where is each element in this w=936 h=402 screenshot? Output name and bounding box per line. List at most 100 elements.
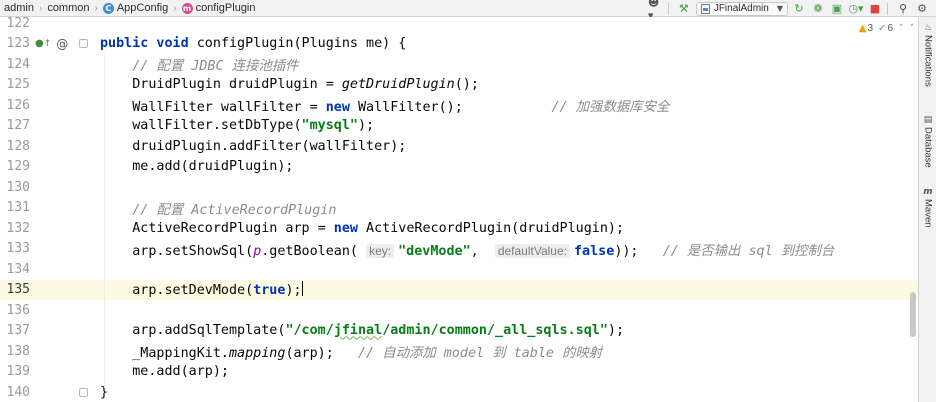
line-number[interactable]: 131 — [0, 200, 30, 215]
indent-guide — [104, 53, 105, 388]
line-number[interactable]: 123 — [0, 36, 30, 51]
profiler-icon[interactable]: ◷▾ — [848, 1, 864, 17]
code-line[interactable]: 128 druidPlugin.addFilter(wallFilter); — [0, 136, 918, 157]
fold-toggle-icon[interactable] — [79, 387, 88, 397]
code-line[interactable]: 127 wallFilter.setDbType("mysql"); — [0, 116, 918, 137]
line-number[interactable]: 132 — [0, 221, 30, 236]
code-line[interactable]: 134 — [0, 259, 918, 280]
breadcrumb-item-package[interactable]: common — [47, 2, 89, 14]
code-text[interactable]: _MappingKit.mapping(arp); // 自动添加 model … — [100, 341, 602, 361]
code-token: /admin/common/_all_sqls.sql" — [382, 323, 608, 339]
code-token: // 自动添加 model 到 table 的映射 — [358, 346, 603, 362]
code-text[interactable]: me.add(arp); — [100, 364, 229, 379]
fold-toggle-icon[interactable] — [79, 39, 88, 49]
parameter-hint: key: — [366, 243, 395, 258]
code-line[interactable]: 125 DruidPlugin druidPlugin = getDruidPl… — [0, 75, 918, 96]
line-number[interactable]: 130 — [0, 180, 30, 195]
inspection-widget[interactable]: ▲ 3 ✓ 6 ˄ ˅ — [859, 23, 914, 34]
line-number[interactable]: 136 — [0, 303, 30, 318]
code-line[interactable]: 131 // 配置 ActiveRecordPlugin — [0, 198, 918, 219]
line-number[interactable]: 125 — [0, 77, 30, 92]
line-number[interactable]: 124 — [0, 57, 30, 72]
code-token: (arp); — [285, 346, 358, 362]
line-number[interactable]: 140 — [0, 385, 30, 400]
chevron-up-icon[interactable]: ˄ — [899, 24, 904, 34]
main-toolbar: ☻▾ ⚒ JFinalAdmin ▼ ↻ ❁ ▣ ◷▾ ■ ⚲ ⚙ — [645, 0, 930, 22]
code-text[interactable]: public void configPlugin(Plugins me) { — [100, 36, 406, 51]
user-account-icon[interactable]: ☻▾ — [648, 0, 664, 22]
line-number[interactable]: 139 — [0, 364, 30, 379]
code-text[interactable]: DruidPlugin druidPlugin = getDruidPlugin… — [100, 77, 479, 92]
gutter-markers[interactable]: ●↑ @ — [35, 34, 68, 54]
code-token: // 配置 JDBC 连接池插件 — [100, 59, 299, 75]
code-token: WallFilter wallFilter = — [100, 100, 326, 116]
code-token: jfinal — [333, 323, 383, 339]
chevron-down-icon[interactable]: ˅ — [910, 24, 915, 34]
code-line[interactable]: 140} — [0, 382, 918, 402]
coverage-icon[interactable]: ▣ — [829, 1, 845, 17]
code-token: .getBoolean( — [261, 243, 367, 259]
override-method-icon[interactable]: ●↑ — [35, 38, 51, 49]
code-text[interactable]: // 配置 JDBC 连接池插件 — [100, 54, 299, 75]
run-configuration-selector[interactable]: JFinalAdmin ▼ — [695, 1, 788, 16]
code-text[interactable]: // 配置 ActiveRecordPlugin — [100, 198, 336, 218]
line-number[interactable]: 128 — [0, 139, 30, 154]
stop-icon[interactable]: ■ — [867, 1, 883, 17]
tool-window-database[interactable]: ▤ Database — [919, 115, 936, 168]
code-text[interactable]: ActiveRecordPlugin arp = new ActiveRecor… — [100, 221, 624, 236]
code-token: arp.addSqlTemplate( — [100, 323, 286, 339]
code-token: DruidPlugin druidPlugin = — [100, 77, 342, 93]
breadcrumb-item-method[interactable]: m configPlugin — [181, 2, 256, 14]
code-line[interactable]: 136 — [0, 300, 918, 321]
line-number[interactable]: 126 — [0, 98, 30, 113]
line-number[interactable]: 134 — [0, 262, 30, 277]
code-line[interactable]: 139 me.add(arp); — [0, 362, 918, 383]
debug-bug-icon[interactable]: ❁ — [810, 1, 826, 17]
code-text[interactable]: druidPlugin.addFilter(wallFilter); — [100, 139, 406, 154]
code-token: , — [470, 243, 495, 259]
code-text[interactable]: me.add(druidPlugin); — [100, 159, 293, 174]
code-line[interactable]: 126 WallFilter wallFilter = new WallFilt… — [0, 95, 918, 116]
code-line[interactable]: 138 _MappingKit.mapping(arp); // 自动添加 mo… — [0, 341, 918, 362]
code-token: WallFilter(); — [357, 100, 463, 116]
breadcrumb-item-module[interactable]: admin — [4, 2, 34, 14]
code-line[interactable]: 137 arp.addSqlTemplate("/com/jfinal/admi… — [0, 321, 918, 342]
code-line[interactable]: 133 arp.setShowSql(p.getBoolean( key: "de… — [0, 239, 918, 260]
code-text[interactable]: arp.setShowSql(p.getBoolean( key: "devMod… — [100, 239, 834, 259]
line-number[interactable]: 127 — [0, 118, 30, 133]
search-icon[interactable]: ⚲ — [895, 1, 911, 17]
line-number[interactable]: 137 — [0, 323, 30, 338]
code-line[interactable]: 123 public void configPlugin(Plugins me) … — [0, 34, 918, 55]
tool-window-notifications[interactable]: ♨ Notifications — [919, 23, 936, 87]
code-line[interactable]: 122 — [0, 17, 918, 34]
code-token: ); — [285, 283, 302, 299]
code-line[interactable]: 130 — [0, 177, 918, 198]
code-line[interactable]: 132 ActiveRecordPlugin arp = new ActiveR… — [0, 218, 918, 239]
tool-window-maven[interactable]: m Maven — [919, 187, 936, 228]
code-text[interactable]: arp.addSqlTemplate("/com/jfinal/admin/co… — [100, 323, 624, 338]
vertical-scrollbar[interactable] — [910, 292, 916, 337]
code-token: true — [253, 283, 286, 299]
code-text[interactable]: wallFilter.setDbType("mysql"); — [100, 118, 374, 133]
code-token: druidPlugin.addFilter(wallFilter); — [100, 138, 407, 154]
code-text[interactable]: arp.setDevMode(true); — [100, 281, 304, 299]
line-number[interactable]: 129 — [0, 159, 30, 174]
code-token: // 配置 ActiveRecordPlugin — [100, 202, 337, 218]
code-text[interactable]: WallFilter wallFilter = new WallFilter()… — [100, 95, 669, 115]
settings-gear-icon[interactable]: ⚙ — [914, 1, 930, 17]
build-hammer-icon[interactable]: ⚒ — [676, 1, 692, 17]
code-editor[interactable]: 122 123 public void configPlugin(Plugins m… — [0, 17, 918, 402]
breadcrumb: admin › common › C AppConfig › m configP… — [0, 2, 256, 14]
line-number[interactable]: 135 — [0, 282, 30, 297]
annotation-at-icon[interactable]: @ — [56, 37, 68, 51]
line-number[interactable]: 122 — [0, 17, 30, 31]
breadcrumb-separator-icon: › — [94, 2, 98, 14]
line-number[interactable]: 133 — [0, 241, 30, 256]
breadcrumb-item-class[interactable]: C AppConfig — [102, 2, 168, 14]
code-token: wallFilter.setDbType( — [100, 118, 302, 134]
line-number[interactable]: 138 — [0, 344, 30, 359]
code-line[interactable]: 129 me.add(druidPlugin); — [0, 157, 918, 178]
rerun-icon[interactable]: ↻ — [791, 1, 807, 17]
code-line[interactable]: 124 // 配置 JDBC 连接池插件 — [0, 54, 918, 75]
code-line[interactable]: 135 arp.setDevMode(true); — [0, 279, 918, 300]
